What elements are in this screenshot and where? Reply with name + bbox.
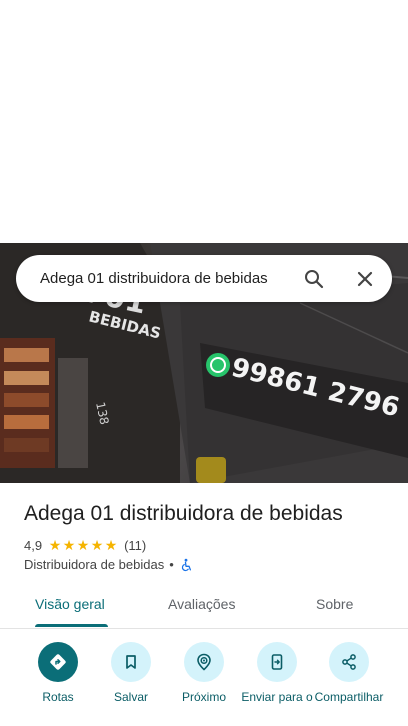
save-button[interactable]: Salvar [91, 642, 171, 705]
directions-button[interactable]: Rotas [18, 642, 98, 705]
star-icon: ★ [104, 537, 118, 553]
nearby-button[interactable]: Próximo [164, 642, 244, 705]
star-icon: ★ [48, 537, 62, 553]
send-to-phone-icon[interactable] [257, 642, 297, 682]
directions-icon[interactable] [38, 642, 78, 682]
close-icon[interactable] [353, 267, 377, 291]
search-bar[interactable]: Adega 01 distribuidora de bebidas [16, 255, 392, 302]
share-label: Compartilhar [314, 690, 384, 704]
nearby-icon[interactable] [184, 642, 224, 682]
place-category: Distribuidora de bebidas [24, 557, 165, 572]
share-button[interactable]: Compartilhar [309, 642, 389, 705]
search-input[interactable]: Adega 01 distribuidora de bebidas [40, 270, 268, 287]
review-count[interactable]: (11) [124, 538, 146, 553]
category-row: Distribuidora de bebidas • [24, 557, 193, 572]
map-blank-area [0, 0, 408, 243]
tab-reviews[interactable]: Avaliações [168, 596, 235, 612]
bookmark-icon[interactable] [111, 642, 151, 682]
star-icon: ★ [76, 537, 90, 553]
save-label: Salvar [113, 690, 148, 704]
rating-stars: ★ ★ ★ ★ ★ [48, 538, 118, 552]
rating-row[interactable]: 4,9 ★ ★ ★ ★ ★ (11) [24, 537, 146, 553]
nearby-label: Próximo [181, 690, 226, 704]
send-to-phone-button[interactable]: Enviar para o [237, 642, 317, 705]
place-tabs: Visão geral Avaliações Sobre [0, 584, 408, 629]
separator: • [169, 557, 174, 572]
search-icon[interactable] [302, 267, 326, 291]
tab-overview[interactable]: Visão geral [35, 596, 105, 612]
directions-label: Rotas [42, 690, 74, 704]
share-icon[interactable] [329, 642, 369, 682]
tab-about[interactable]: Sobre [316, 596, 353, 612]
send-to-phone-label: Enviar para o [241, 690, 313, 704]
wheelchair-accessible-icon [181, 558, 191, 571]
star-icon: ★ [62, 537, 76, 553]
star-icon: ★ [90, 537, 104, 553]
active-tab-indicator [35, 624, 108, 627]
rating-value: 4,9 [24, 537, 43, 553]
place-title: Adega 01 distribuidora de bebidas [24, 502, 343, 525]
